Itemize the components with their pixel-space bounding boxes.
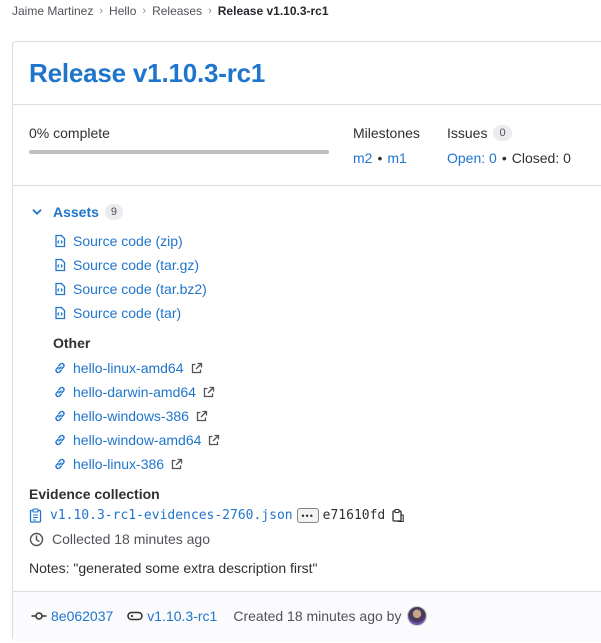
release-footer-row: 8e062037 v1.10.3-rc1 Created 18 minutes … bbox=[31, 606, 428, 626]
created-text: Created 18 minutes ago by bbox=[233, 608, 402, 624]
commit-icon bbox=[31, 610, 47, 622]
asset-link-linux-amd64[interactable]: hello-linux-amd64 bbox=[73, 360, 184, 376]
chevron-right-icon: › bbox=[142, 5, 147, 17]
collected-time: Collected 18 minutes ago bbox=[52, 531, 210, 547]
milestones-label: Milestones bbox=[353, 125, 420, 141]
milestone-link-m1[interactable]: m1 bbox=[387, 150, 406, 166]
bullet-separator: • bbox=[377, 150, 383, 166]
external-link-icon bbox=[195, 410, 208, 423]
tag-icon bbox=[127, 610, 144, 622]
asset-link-window-amd64[interactable]: hello-window-amd64 bbox=[73, 432, 201, 448]
breadcrumb-item-releases[interactable]: Releases bbox=[152, 4, 202, 18]
list-item[interactable]: hello-window-amd64 bbox=[53, 431, 220, 449]
external-link-icon bbox=[190, 362, 203, 375]
release-card: Release v1.10.3-rc1 0% complete Mileston… bbox=[12, 41, 601, 642]
issues-stats: Open: 0 • Closed: 0 bbox=[447, 150, 571, 166]
external-link-icon bbox=[170, 458, 183, 471]
list-item[interactable]: hello-linux-amd64 bbox=[53, 359, 203, 377]
milestones-list: m2 • m1 bbox=[353, 150, 407, 166]
breadcrumb-item-user[interactable]: Jaime Martinez bbox=[12, 4, 93, 18]
issues-label: Issues bbox=[447, 125, 488, 141]
chevron-right-icon: › bbox=[208, 5, 212, 17]
avatar[interactable] bbox=[407, 606, 428, 626]
tag-link[interactable]: v1.10.3-rc1 bbox=[147, 608, 217, 624]
bullet-separator: • bbox=[501, 150, 507, 166]
asset-link-darwin-amd64[interactable]: hello-darwin-amd64 bbox=[73, 384, 196, 400]
list-item[interactable]: Source code (tar.gz) bbox=[53, 256, 199, 274]
asset-link-windows-386[interactable]: hello-windows-386 bbox=[73, 408, 189, 424]
doc-code-icon bbox=[53, 234, 67, 248]
link-icon bbox=[53, 433, 67, 447]
copy-icon[interactable] bbox=[391, 508, 405, 523]
release-card-body: Release v1.10.3-rc1 0% complete Mileston… bbox=[13, 42, 601, 591]
external-link-icon bbox=[202, 386, 215, 399]
list-item[interactable]: hello-linux-386 bbox=[53, 455, 183, 473]
source-code-tar-link[interactable]: Source code (tar) bbox=[73, 305, 181, 321]
evidence-row: v1.10.3-rc1-evidences-2760.json ••• e716… bbox=[29, 508, 405, 523]
chevron-right-icon: › bbox=[99, 5, 104, 17]
link-icon bbox=[53, 385, 67, 399]
breadcrumb: Jaime Martinez › Hello › Releases › Rele… bbox=[12, 3, 329, 19]
list-item[interactable]: hello-darwin-amd64 bbox=[53, 383, 215, 401]
evidence-hash: e71610fd bbox=[322, 508, 386, 523]
source-code-tarbz2-link[interactable]: Source code (tar.bz2) bbox=[73, 281, 207, 297]
doc-code-icon bbox=[53, 306, 67, 320]
commit-link[interactable]: 8e062037 bbox=[51, 608, 113, 624]
issues-header: Issues 0 bbox=[447, 125, 512, 141]
breadcrumb-item-project[interactable]: Hello bbox=[109, 4, 136, 18]
assets-count-badge: 9 bbox=[104, 204, 124, 220]
progress-label: 0% complete bbox=[29, 125, 110, 141]
release-title[interactable]: Release v1.10.3-rc1 bbox=[29, 58, 265, 89]
clipboard-list-icon bbox=[29, 508, 42, 523]
chevron-down-icon bbox=[32, 209, 42, 215]
asset-link-linux-386[interactable]: hello-linux-386 bbox=[73, 456, 164, 472]
assets-toggle[interactable]: Assets 9 bbox=[31, 204, 124, 220]
expand-hash-button[interactable]: ••• bbox=[296, 508, 319, 523]
source-code-zip-link[interactable]: Source code (zip) bbox=[73, 233, 183, 249]
assets-title: Assets bbox=[53, 204, 99, 220]
doc-code-icon bbox=[53, 282, 67, 296]
list-item[interactable]: Source code (tar.bz2) bbox=[53, 280, 207, 298]
other-assets-heading: Other bbox=[53, 335, 91, 351]
release-footer: 8e062037 v1.10.3-rc1 Created 18 minutes … bbox=[13, 591, 601, 642]
external-link-icon bbox=[207, 434, 220, 447]
milestone-link-m2[interactable]: m2 bbox=[353, 150, 372, 166]
collected-row: Collected 18 minutes ago bbox=[29, 531, 210, 547]
milestone-progress-bar bbox=[29, 150, 329, 154]
title-divider bbox=[13, 104, 601, 105]
link-icon bbox=[53, 361, 67, 375]
source-code-targz-link[interactable]: Source code (tar.gz) bbox=[73, 257, 199, 273]
clock-icon bbox=[29, 532, 44, 547]
list-item[interactable]: Source code (tar) bbox=[53, 304, 181, 322]
release-notes: Notes: "generated some extra description… bbox=[29, 560, 318, 576]
breadcrumb-item-current[interactable]: Release v1.10.3-rc1 bbox=[218, 4, 329, 18]
list-item[interactable]: Source code (zip) bbox=[53, 232, 183, 250]
stats-divider bbox=[13, 185, 601, 186]
evidence-file-link[interactable]: v1.10.3-rc1-evidences-2760.json bbox=[50, 508, 293, 523]
evidence-heading: Evidence collection bbox=[29, 486, 160, 502]
link-icon bbox=[53, 457, 67, 471]
issues-open-link[interactable]: Open: 0 bbox=[447, 150, 497, 166]
issues-closed: Closed: 0 bbox=[511, 150, 571, 166]
link-icon bbox=[53, 409, 67, 423]
doc-code-icon bbox=[53, 258, 67, 272]
list-item[interactable]: hello-windows-386 bbox=[53, 407, 208, 425]
issues-count-badge: 0 bbox=[493, 125, 512, 141]
